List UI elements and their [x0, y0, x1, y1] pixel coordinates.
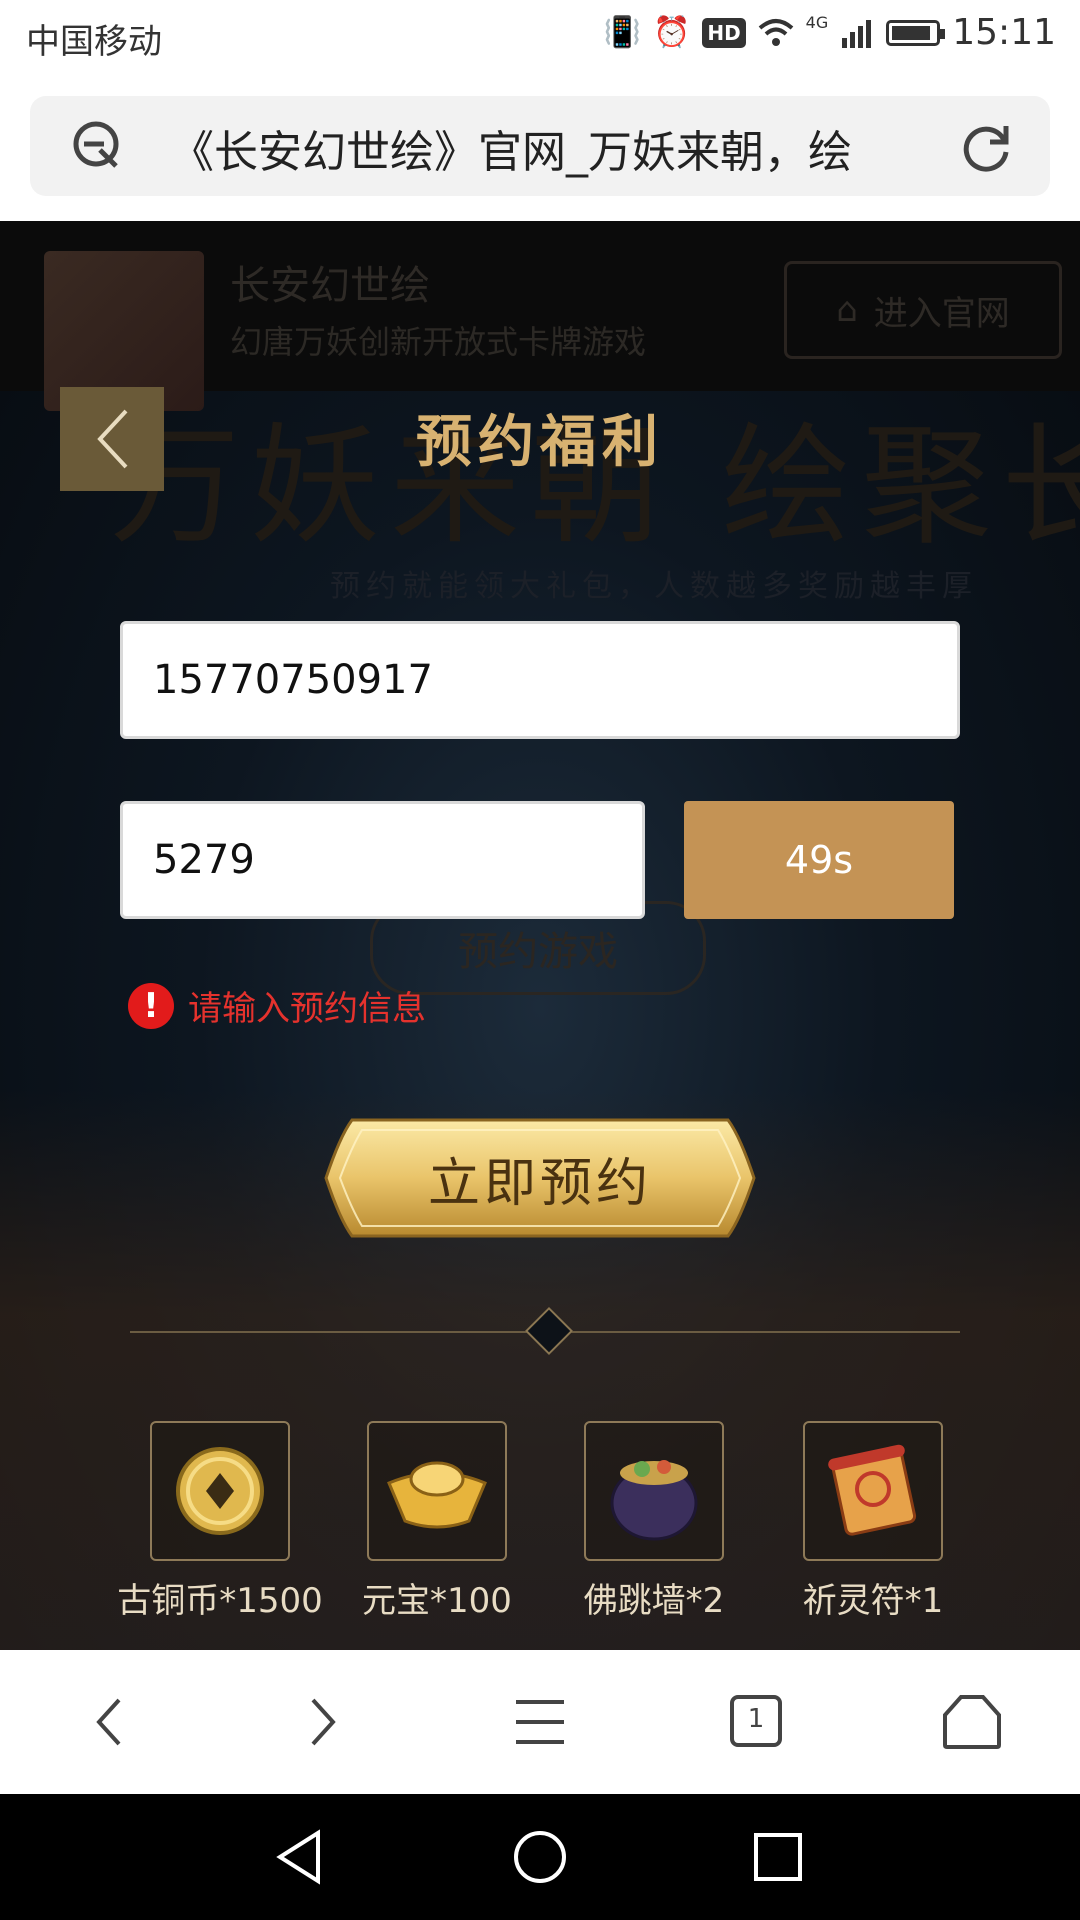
app-tagline: 幻唐万妖创新开放式卡牌游戏 [230, 323, 647, 361]
system-recents-icon[interactable] [748, 1827, 808, 1887]
wifi-icon [758, 18, 793, 46]
menu-icon [516, 1700, 564, 1744]
pot-icon [584, 1421, 724, 1561]
rewards-list: 古铜币*1500 元宝*100 佛跳墙*2 祈灵符*1 [117, 1421, 960, 1622]
reward-item: 古铜币*1500 [110, 1421, 330, 1622]
page-title[interactable]: 《长安幻世绘》官网_万妖来朝，绘 [170, 116, 950, 180]
home-icon: ⌂ [836, 290, 858, 330]
reward-label: 祈灵符*1 [802, 1581, 944, 1621]
status-bar: 中国移动 📳 ⏰ HD 4G 15:11 [0, 0, 1080, 76]
reward-label: 元宝*100 [362, 1581, 512, 1621]
nav-back-button[interactable] [72, 1686, 144, 1758]
address-bar[interactable]: 《长安幻世绘》官网_万妖来朝，绘 [30, 96, 1050, 196]
coin-icon [150, 1421, 290, 1561]
error-message: ! 请输入预约信息 [128, 981, 426, 1030]
battery-icon [886, 19, 946, 46]
gold-ingot-icon [367, 1421, 507, 1561]
page-content: 长安幻世绘 幻唐万妖创新开放式卡牌游戏 ⌂ 进入官网 万妖来朝 绘聚长安 预约就… [0, 221, 1080, 1650]
reload-icon[interactable] [958, 118, 1014, 174]
status-icons: 📳 ⏰ HD 4G 15:11 [604, 12, 1056, 53]
tabs-button[interactable]: 1 [720, 1686, 792, 1758]
search-engine-icon[interactable] [70, 118, 126, 174]
enter-site-button[interactable]: ⌂ 进入官网 [784, 261, 1062, 359]
chevron-right-icon [311, 1698, 336, 1746]
enter-site-label: 进入官网 [873, 293, 1010, 334]
clock: 15:11 [952, 12, 1056, 53]
app-name: 长安幻世绘 [230, 263, 430, 309]
submit-reserve-button[interactable]: 立即预约 [322, 1116, 758, 1240]
carrier-label: 中国移动 [26, 22, 162, 62]
browser-bottom-nav: 1 [0, 1650, 1080, 1794]
site-header: 长安幻世绘 幻唐万妖创新开放式卡牌游戏 ⌂ 进入官网 [0, 221, 1080, 411]
error-text: 请输入预约信息 [188, 989, 426, 1029]
vibrate-icon: 📳 [603, 15, 641, 50]
network-type: 4G [805, 13, 829, 32]
browser-toolbar: 《长安幻世绘》官网_万妖来朝，绘 [0, 76, 1080, 221]
chevron-left-icon [96, 1698, 121, 1746]
phone-input[interactable]: 15770750917 [120, 621, 960, 739]
reward-label: 古铜币*1500 [117, 1581, 323, 1621]
nav-forward-button[interactable] [288, 1686, 360, 1758]
home-icon [943, 1695, 1001, 1749]
signal-icon [842, 19, 872, 48]
scroll-icon [803, 1421, 943, 1561]
reward-item: 佛跳墙*2 [544, 1421, 764, 1622]
modal-title: 预约福利 [416, 410, 664, 475]
home-button[interactable] [936, 1686, 1008, 1758]
reward-item: 元宝*100 [327, 1421, 547, 1622]
tab-count: 1 [747, 1704, 765, 1734]
submit-label: 立即预约 [427, 1153, 652, 1214]
system-back-icon[interactable] [272, 1827, 332, 1887]
verification-code-input[interactable]: 5279 [120, 801, 645, 919]
hd-badge: HD [702, 17, 746, 48]
send-code-button[interactable]: 49s [684, 801, 954, 919]
banner-subtitle: 预约就能领大礼包，人数越多奖励越丰厚 [330, 569, 978, 604]
reward-label: 佛跳墙*2 [583, 1581, 725, 1621]
alarm-icon: ⏰ [652, 15, 691, 50]
system-home-icon[interactable] [510, 1827, 570, 1887]
alert-icon: ! [128, 982, 174, 1029]
reward-item: 祈灵符*1 [763, 1421, 983, 1622]
system-nav-bar [0, 1794, 1080, 1920]
menu-button[interactable] [504, 1686, 576, 1758]
